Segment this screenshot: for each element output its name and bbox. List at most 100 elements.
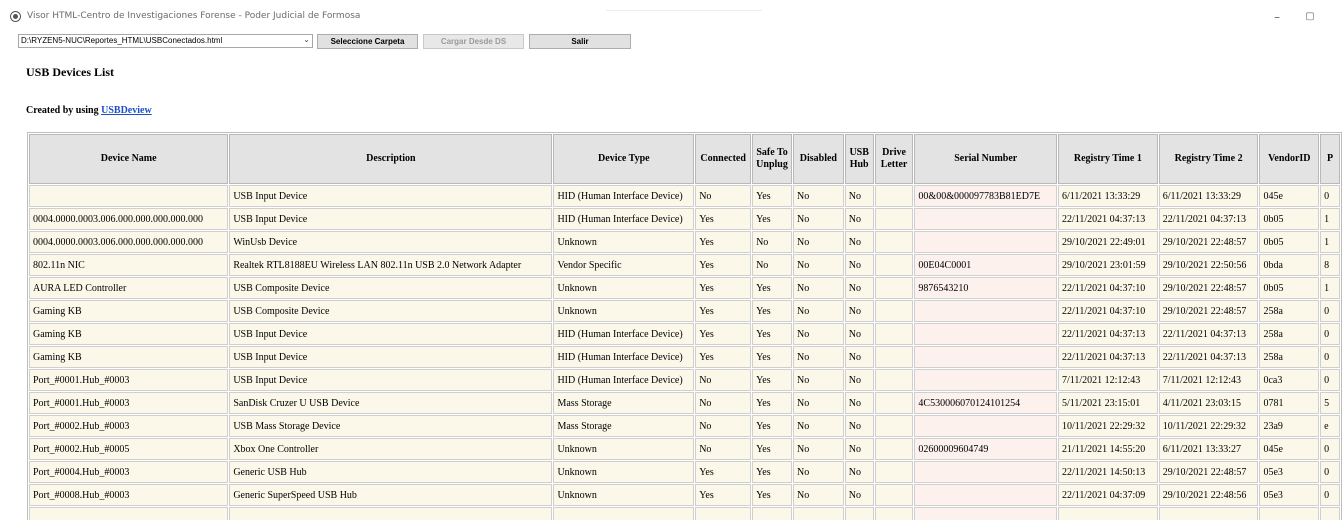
col-vendor-id-cell: 258a xyxy=(1259,346,1320,368)
col-disabled-cell: No xyxy=(792,254,844,276)
col-device-name-cell xyxy=(29,507,229,520)
col-connected-cell: Yes xyxy=(695,484,752,506)
window-title: Visor HTML-Centro de Investigaciones For… xyxy=(27,11,361,21)
html-viewer[interactable]: USB Devices List Created by using USBDev… xyxy=(10,55,1342,520)
col-registry-time-1-cell: 22/11/2021 04:37:09 xyxy=(1058,484,1158,506)
col-description-cell: USB Input Device xyxy=(229,346,553,368)
col-device-type-cell: Unknown xyxy=(553,277,695,299)
table-row: Port_#0002.Hub_#0003 USB Mass Storage Dev… xyxy=(29,415,1340,437)
select-folder-button[interactable]: Seleccione Carpeta xyxy=(317,34,418,49)
col-drive-letter-cell xyxy=(874,277,914,299)
table-row: 802.11n NIC Realtek RTL8188EU Wireless LA… xyxy=(29,254,1340,276)
col-device-type-cell: Unknown xyxy=(553,231,695,253)
path-combobox[interactable]: D:\RYZEN5-NUC\Reportes_HTML\USBConectado… xyxy=(18,34,313,48)
col-connected-cell: Yes xyxy=(695,323,752,345)
col-drive-letter-cell xyxy=(874,300,914,322)
col-registry-time-2-cell: 29/10/2021 22:48:56 xyxy=(1158,484,1259,506)
col-serial-number-cell xyxy=(914,346,1057,368)
table-row: USB Input Device HID (Human Interface Dev… xyxy=(29,185,1340,207)
col-drive-letter-cell xyxy=(874,208,914,230)
col-usb-hub-cell: No xyxy=(844,208,874,230)
col-device-name-cell: 0004.0000.0003.006.000.000.000.000.000 xyxy=(29,231,229,253)
col-connected-cell: Yes xyxy=(695,254,752,276)
col-connected-cell: Yes xyxy=(695,208,752,230)
col-registry-time-2-cell: 6/11/2021 13:33:29 xyxy=(1158,185,1259,207)
col-vendor-id-cell: 0b05 xyxy=(1259,277,1320,299)
col-usb-hub-cell: No xyxy=(844,185,874,207)
col-device-name-cell: Port_#0008.Hub_#0003 xyxy=(29,484,229,506)
col-disabled-cell xyxy=(792,507,844,520)
col-safe-to-unplug-cell: No xyxy=(752,231,792,253)
col-drive-letter-cell xyxy=(874,323,914,345)
col-disabled-cell: No xyxy=(792,231,844,253)
col-description-cell: USB Composite Device xyxy=(229,300,553,322)
col-safe-to-unplug-cell: Yes xyxy=(752,461,792,483)
col-registry-time-1-cell: 29/10/2021 22:49:01 xyxy=(1058,231,1158,253)
title-bar: Visor HTML-Centro de Investigaciones For… xyxy=(0,0,1342,32)
col-safe-to-unplug-cell: Yes xyxy=(752,346,792,368)
col-serial-number-cell: 00E04C0001 xyxy=(914,254,1057,276)
col-registry-time-1-cell: 22/11/2021 04:37:13 xyxy=(1058,346,1158,368)
col-registry-time-1-cell: 22/11/2021 04:37:13 xyxy=(1058,323,1158,345)
title-divider xyxy=(606,10,762,11)
col-usb-hub-header: USB Hub xyxy=(844,134,874,184)
col-description-cell: Generic SuperSpeed USB Hub xyxy=(229,484,553,506)
table-row xyxy=(29,507,1340,520)
table-row: Gaming KB USB Input Device HID (Human Inte… xyxy=(29,323,1340,345)
col-registry-time-2-cell: 4/11/2021 23:03:15 xyxy=(1158,392,1259,414)
col-registry-time-2-cell: 10/11/2021 22:29:32 xyxy=(1158,415,1259,437)
exit-button[interactable]: Salir xyxy=(529,34,631,49)
col-device-type-cell: Mass Storage xyxy=(553,392,695,414)
created-prefix: Created by using xyxy=(26,105,99,116)
load-from-ds-button[interactable]: Cargar Desde DS xyxy=(423,34,524,49)
col-registry-time-1-cell: 21/11/2021 14:55:20 xyxy=(1058,438,1158,460)
col-device-name-cell: AURA LED Controller xyxy=(29,277,229,299)
col-registry-time-1-cell: 7/11/2021 12:12:43 xyxy=(1058,369,1158,391)
col-connected-cell: Yes xyxy=(695,461,752,483)
col-safe-to-unplug-cell: Yes xyxy=(752,208,792,230)
col-drive-letter-header: Drive Letter xyxy=(874,134,914,184)
col-vendor-id-cell: 045e xyxy=(1259,185,1320,207)
col-description-cell: Generic USB Hub xyxy=(229,461,553,483)
minimize-button[interactable]: – xyxy=(1266,8,1288,26)
col-description-cell: SanDisk Cruzer U USB Device xyxy=(229,392,553,414)
col-registry-time-2-cell: 22/11/2021 04:37:13 xyxy=(1158,346,1259,368)
col-connected-cell: Yes xyxy=(695,231,752,253)
col-drive-letter-cell xyxy=(874,484,914,506)
col-serial-number-cell xyxy=(914,369,1057,391)
col-usb-hub-cell: No xyxy=(844,231,874,253)
col-usb-hub-cell: No xyxy=(844,346,874,368)
col-description-cell: USB Input Device xyxy=(229,323,553,345)
col-p-cell: e xyxy=(1320,415,1340,437)
col-connected-cell: Yes xyxy=(695,300,752,322)
col-description-cell: Xbox One Controller xyxy=(229,438,553,460)
app-icon xyxy=(10,11,21,22)
maximize-button[interactable]: ▢ xyxy=(1299,8,1321,26)
col-drive-letter-cell xyxy=(874,231,914,253)
col-drive-letter-cell xyxy=(874,392,914,414)
col-disabled-cell: No xyxy=(792,300,844,322)
col-safe-to-unplug-cell: Yes xyxy=(752,323,792,345)
col-device-name-cell: Port_#0002.Hub_#0003 xyxy=(29,415,229,437)
col-disabled-cell: No xyxy=(792,369,844,391)
col-p-cell: 8 xyxy=(1320,254,1340,276)
col-serial-number-cell xyxy=(914,415,1057,437)
col-drive-letter-cell xyxy=(874,461,914,483)
table-row: Gaming KB USB Input Device HID (Human Inte… xyxy=(29,346,1340,368)
col-serial-number-cell xyxy=(914,484,1057,506)
col-registry-time-2-cell: 29/10/2021 22:48:57 xyxy=(1158,277,1259,299)
chevron-down-icon[interactable]: ⌄ xyxy=(303,35,310,44)
col-vendor-id-cell xyxy=(1259,507,1320,520)
col-device-type-header: Device Type xyxy=(553,134,695,184)
col-description-header: Description xyxy=(229,134,553,184)
col-p-cell: 0 xyxy=(1320,185,1340,207)
col-description-cell: WinUsb Device xyxy=(229,231,553,253)
col-p-cell: 0 xyxy=(1320,369,1340,391)
col-p-cell: 0 xyxy=(1320,461,1340,483)
table-row: AURA LED Controller USB Composite Device U… xyxy=(29,277,1340,299)
table-row: Gaming KB USB Composite Device Unknown Yes Y… xyxy=(29,300,1340,322)
col-registry-time-2-cell: 29/10/2021 22:50:56 xyxy=(1158,254,1259,276)
table-row: Port_#0001.Hub_#0003 SanDisk Cruzer U USB… xyxy=(29,392,1340,414)
usbdeview-link[interactable]: USBDeview xyxy=(101,105,152,116)
col-drive-letter-cell xyxy=(874,185,914,207)
